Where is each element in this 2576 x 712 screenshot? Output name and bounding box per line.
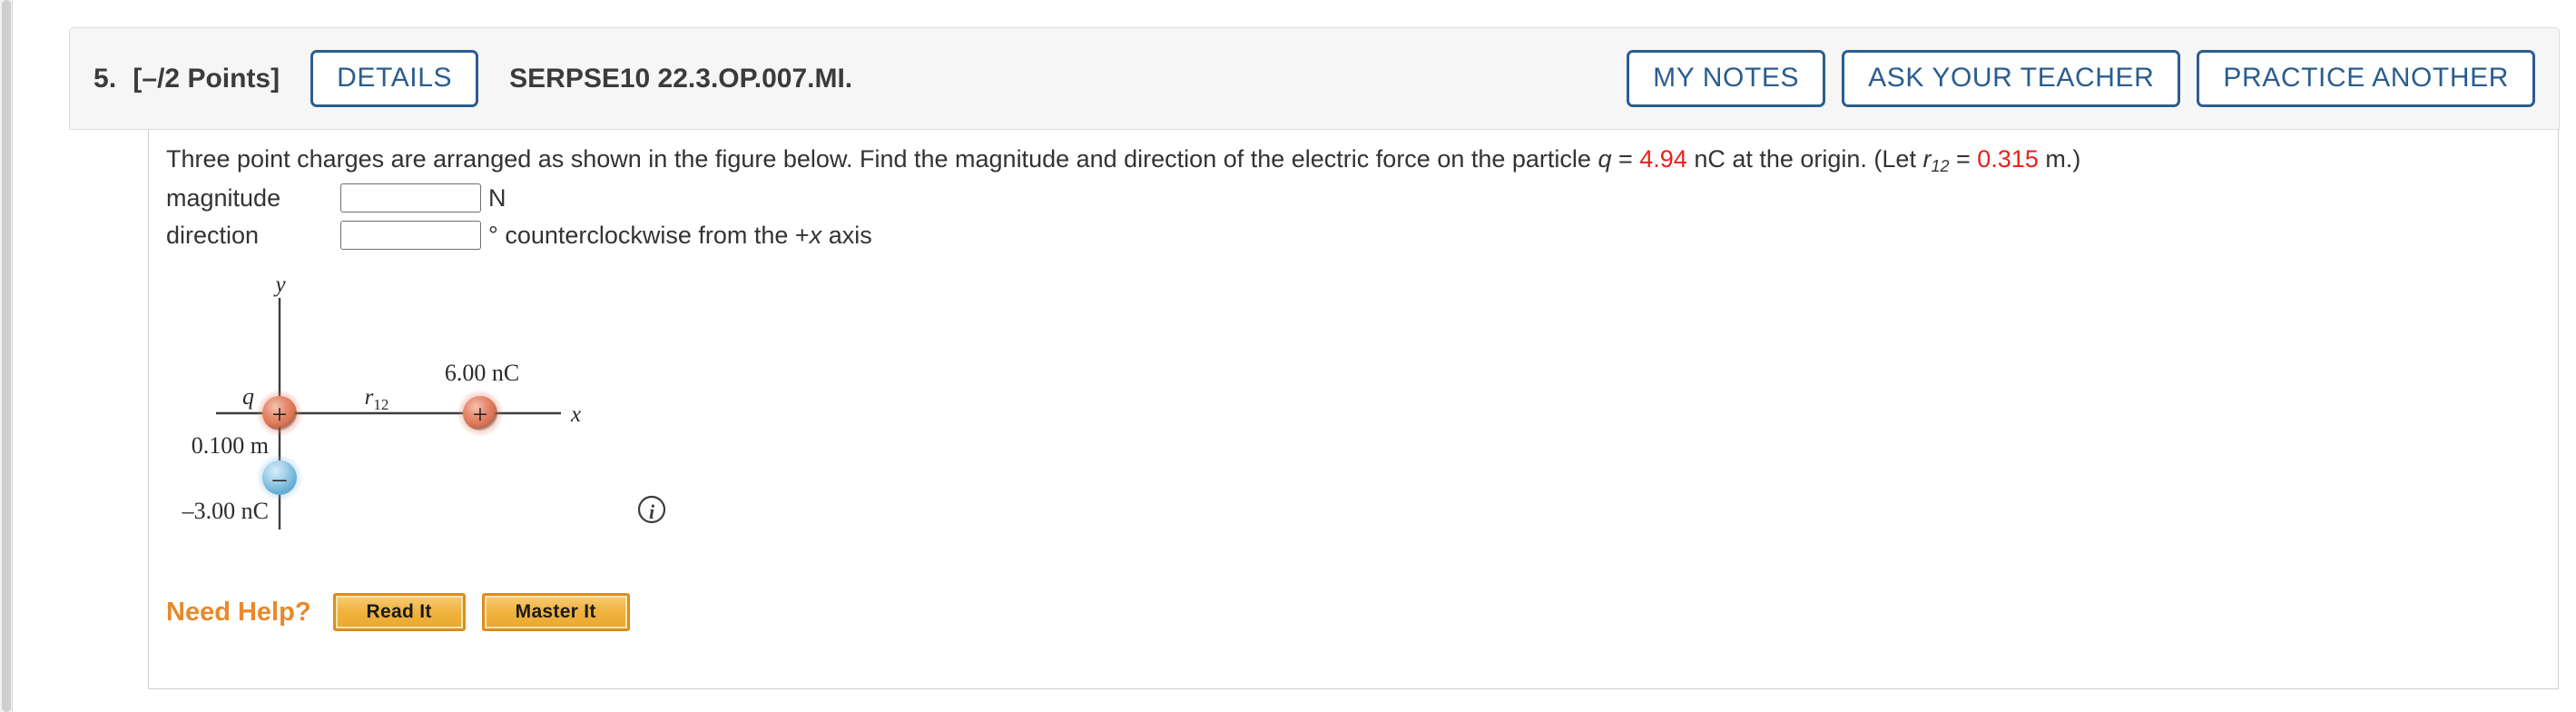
my-notes-button[interactable]: MY NOTES [1627, 50, 1826, 107]
origin-charge-sign: + [272, 400, 288, 430]
prompt-value-r: 0.315 [1977, 145, 2039, 173]
x-axis-label: x [570, 402, 581, 427]
page-scrollbar-thumb[interactable] [2, 0, 11, 712]
svg-text:i: i [649, 500, 655, 523]
page-scrollbar-track[interactable] [0, 0, 13, 712]
question-page: 5. [–/2 Points] DETAILS SERPSE10 22.3.OP… [0, 0, 2576, 712]
question-header: 5. [–/2 Points] DETAILS SERPSE10 22.3.OP… [69, 27, 2560, 130]
practice-another-button[interactable]: PRACTICE ANOTHER [2197, 50, 2535, 107]
prompt-eq-2: = [1949, 145, 1978, 173]
charge-diagram-figure: y x r12 + q + 6.00 nC – 0.100 m –3.00 nC… [166, 266, 892, 566]
question-body: Three point charges are arranged as show… [148, 130, 2559, 689]
prompt-value-q: 4.94 [1639, 145, 1687, 173]
r12-distance-label: r12 [365, 385, 389, 413]
question-prompt: Three point charges are arranged as show… [166, 144, 2080, 177]
y-distance-label: 0.100 m [192, 432, 269, 459]
prompt-var-q: q [1598, 145, 1612, 173]
prompt-var-r-subscript: 12 [1931, 157, 1950, 176]
need-help-section: Need Help? Read It Master It [166, 593, 646, 631]
header-actions: MY NOTES ASK YOUR TEACHER PRACTICE ANOTH… [1627, 50, 2535, 107]
magnitude-label: magnitude [166, 183, 281, 212]
direction-unit: ° counterclockwise from the +x axis [488, 222, 872, 250]
direction-unit-text-b: axis [821, 221, 872, 249]
question-code: SERPSE10 22.3.OP.007.MI. [509, 63, 853, 94]
y-axis-label: y [272, 272, 286, 297]
origin-charge-label: q [242, 383, 254, 410]
need-help-label: Need Help? [166, 597, 311, 627]
direction-answer-row: direction ° counterclockwise from the +x… [166, 221, 872, 250]
ask-your-teacher-button[interactable]: ASK YOUR TEACHER [1842, 50, 2181, 107]
prompt-eq-1: = [1611, 145, 1640, 173]
prompt-text-1: Three point charges are arranged as show… [166, 145, 1598, 173]
bottom-charge-value-label: –3.00 nC [182, 498, 269, 524]
magnitude-input[interactable] [340, 183, 481, 213]
prompt-text-2: nC at the origin. (Let [1686, 145, 1923, 173]
prompt-text-3: m.) [2038, 145, 2081, 173]
magnitude-answer-row: magnitude N [166, 183, 506, 213]
direction-unit-text-a: counterclockwise from the + [497, 221, 810, 249]
right-charge-label: 6.00 nC [445, 360, 519, 386]
right-charge-sign: + [473, 400, 488, 430]
read-it-button[interactable]: Read It [332, 593, 466, 631]
details-button[interactable]: DETAILS [310, 50, 479, 107]
charge-diagram-svg: y x r12 + q + 6.00 nC – 0.100 m –3.00 nC… [182, 272, 666, 529]
magnitude-unit: N [488, 183, 506, 212]
info-icon[interactable]: i [637, 495, 666, 524]
bottom-charge-sign: – [272, 463, 288, 493]
points-badge: [–/2 Points] [133, 63, 280, 94]
question-number: 5. [93, 63, 117, 94]
direction-label: direction [166, 221, 260, 249]
direction-input[interactable] [340, 221, 481, 250]
degree-symbol: ° [488, 221, 498, 249]
master-it-button[interactable]: Master It [481, 593, 630, 631]
direction-unit-var: x [809, 221, 822, 249]
